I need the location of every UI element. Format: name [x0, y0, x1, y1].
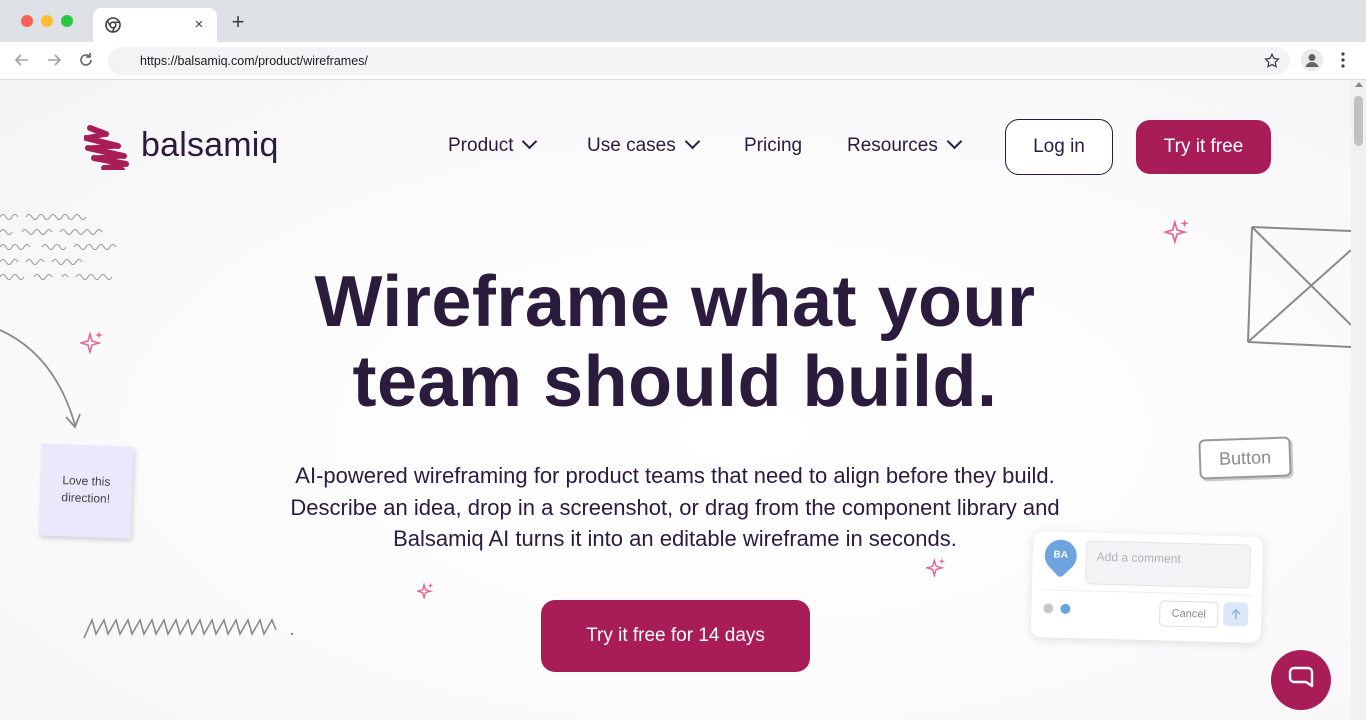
curved-arrow-decoration [0, 329, 81, 429]
chevron-down-icon [684, 133, 700, 150]
url-text: https://balsamiq.com/product/wireframes/ [140, 54, 368, 68]
chat-bubble-icon [1288, 666, 1314, 688]
try-free-button[interactable]: Try it free [1136, 120, 1271, 174]
help-chat-button[interactable] [1271, 650, 1331, 710]
browser-toolbar: https://balsamiq.com/product/wireframes/ [0, 42, 1366, 80]
page-viewport: balsamiq Product Use cases Pricing Resou… [0, 80, 1351, 720]
status-dot [1043, 603, 1054, 614]
divider [1041, 589, 1252, 596]
browser-tab[interactable]: × [93, 8, 217, 42]
comment-input: Add a comment [1085, 540, 1252, 589]
address-bar[interactable]: https://balsamiq.com/product/wireframes/ [108, 47, 1290, 75]
comment-card-decoration: BA Add a comment Cancel [1030, 531, 1264, 643]
reload-icon[interactable] [76, 50, 96, 70]
nav-pricing-label: Pricing [744, 135, 803, 156]
login-button[interactable]: Log in [1005, 119, 1113, 175]
image-placeholder-decoration [1247, 226, 1351, 348]
comment-send-button [1223, 602, 1249, 627]
chrome-favicon-icon [105, 17, 121, 33]
balsamiq-logo-mark-icon [84, 125, 129, 170]
hero-title: Wireframe what your team should build. [230, 262, 1120, 422]
arrow-up-icon [1231, 608, 1241, 620]
hero-title-line1: Wireframe what your [314, 262, 1036, 342]
comment-cancel-button: Cancel [1158, 600, 1219, 628]
squiggle-decoration [83, 617, 294, 639]
sparkle-icon [1164, 219, 1189, 244]
logo-text: balsamiq [141, 126, 279, 164]
nav-product[interactable]: Product [448, 133, 538, 157]
scrollbar-thumb[interactable] [1354, 96, 1363, 146]
window-maximize-button[interactable] [61, 15, 73, 27]
chevron-down-icon [946, 133, 963, 150]
sparkle-icon [417, 582, 434, 599]
browser-tab-strip: × + [0, 0, 1366, 42]
chevron-down-icon [522, 133, 538, 150]
scroll-up-icon[interactable] [1355, 82, 1363, 87]
avatar-initials: BA [1053, 549, 1069, 561]
sketch-button-decoration: Button [1198, 436, 1292, 480]
bookmark-star-icon[interactable] [1263, 52, 1281, 70]
sparkle-icon [80, 331, 103, 354]
sticky-note-line2: direction! [61, 490, 111, 506]
status-dot [1060, 603, 1071, 615]
hero-title-line2: team should build. [352, 342, 998, 422]
page-scrollbar[interactable] [1351, 80, 1366, 720]
new-tab-button[interactable]: + [228, 11, 248, 33]
window-close-button[interactable] [21, 15, 33, 27]
window-minimize-button[interactable] [41, 15, 53, 27]
sticky-note: Love this direction! [38, 443, 134, 539]
scribble-lines-decoration [0, 213, 117, 281]
forward-arrow-icon[interactable] [44, 50, 64, 70]
browser-menu-icon[interactable] [1336, 50, 1350, 70]
nav-resources-label: Resources [847, 135, 938, 156]
back-arrow-icon[interactable] [12, 50, 32, 70]
nav-pricing[interactable]: Pricing [744, 135, 802, 157]
tab-close-icon[interactable]: × [190, 16, 208, 34]
hero-subtitle-line2: Describe an idea, drop in a screenshot, … [290, 494, 1060, 520]
nav-use-cases[interactable]: Use cases [587, 133, 700, 157]
hero-cta-button[interactable]: Try it free for 14 days [541, 600, 810, 672]
profile-avatar-icon[interactable] [1301, 49, 1323, 71]
hero-subtitle: AI-powered wireframing for product teams… [225, 460, 1125, 555]
nav-product-label: Product [448, 135, 514, 156]
nav-resources[interactable]: Resources [847, 133, 963, 157]
nav-use-cases-label: Use cases [587, 135, 676, 156]
hero-subtitle-line1: AI-powered wireframing for product teams… [295, 463, 1055, 488]
sparkle-icon [926, 557, 946, 577]
hero-subtitle-line3: Balsamiq AI turns it into an editable wi… [393, 526, 957, 551]
